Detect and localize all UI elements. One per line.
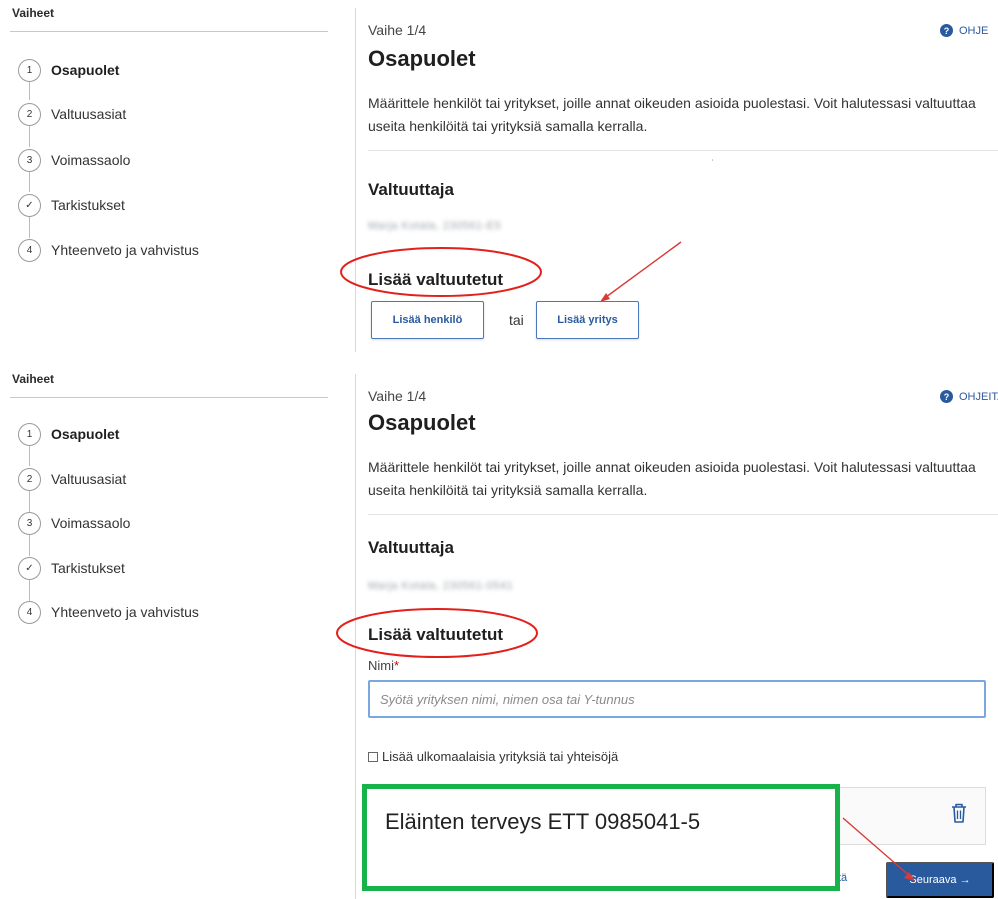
section-divider bbox=[368, 514, 998, 515]
step-voimassaolo[interactable]: 3 Voimassaolo bbox=[18, 510, 130, 536]
section-divider bbox=[368, 150, 998, 151]
add-company-button[interactable]: Lisää yritys bbox=[536, 301, 639, 339]
check-icon: ✓ bbox=[18, 556, 41, 580]
name-label-text: Nimi bbox=[368, 658, 394, 673]
step-valtuusasiat[interactable]: 2 Valtuusasiat bbox=[18, 466, 126, 492]
step-label: Osapuolet bbox=[51, 426, 120, 442]
step-osapuolet[interactable]: 1 Osapuolet bbox=[18, 421, 119, 447]
annotation-callout-box: Eläinten terveys ETT 0985041-5 bbox=[362, 784, 840, 891]
trash-icon[interactable] bbox=[951, 802, 967, 824]
step-yhteenveto[interactable]: 4 Yhteenveto ja vahvistus bbox=[18, 599, 199, 625]
next-button[interactable]: Seuraava → bbox=[886, 862, 994, 898]
company-name-input[interactable] bbox=[370, 682, 984, 716]
step-connector bbox=[29, 170, 30, 192]
step-number: 3 bbox=[18, 148, 41, 172]
phase-indicator: Vaihe 1/4 bbox=[368, 22, 427, 38]
company-name-input-wrapper bbox=[368, 680, 986, 718]
step-connector bbox=[29, 534, 30, 556]
step-number: 1 bbox=[18, 422, 41, 446]
sidebar-divider bbox=[10, 397, 328, 398]
step-label: Osapuolet bbox=[51, 62, 120, 78]
step-osapuolet[interactable]: 1 Osapuolet bbox=[18, 57, 119, 83]
step-number: 2 bbox=[18, 102, 41, 126]
annotation-note: Eläinten terveys ETT 0985041-5 bbox=[385, 809, 701, 834]
step-label: Valtuusasiat bbox=[51, 471, 127, 487]
help-label: OHJE bbox=[959, 24, 989, 37]
step-label: Yhteenveto ja vahvistus bbox=[51, 242, 199, 258]
page-title: Osapuolet bbox=[368, 46, 476, 71]
foreign-companies-checkbox[interactable]: Lisää ulkomaalaisia yrityksiä tai yhteis… bbox=[368, 749, 618, 764]
sidebar-title: Vaiheet bbox=[12, 6, 55, 20]
phase-indicator: Vaihe 1/4 bbox=[368, 388, 427, 404]
step-connector bbox=[29, 579, 30, 601]
name-field-label: Nimi* bbox=[368, 658, 399, 673]
top-panel: Vaiheet 1 Osapuolet 2 Valtuusasiat 3 Voi… bbox=[0, 0, 998, 352]
grantor-value: Marja Kotala, 230561-E5 bbox=[368, 220, 502, 232]
step-yhteenveto[interactable]: 4 Yhteenveto ja vahvistus bbox=[18, 237, 199, 263]
step-valtuusasiat[interactable]: 2 Valtuusasiat bbox=[18, 101, 126, 127]
grantor-heading: Valtuuttaja bbox=[368, 180, 454, 199]
help-icon: ? bbox=[940, 24, 953, 37]
step-number: 3 bbox=[18, 511, 41, 535]
sidebar-title: Vaiheet bbox=[12, 372, 55, 386]
required-marker: * bbox=[394, 658, 400, 673]
vertical-divider bbox=[355, 374, 356, 899]
page-title: Osapuolet bbox=[368, 410, 476, 435]
step-voimassaolo[interactable]: 3 Voimassaolo bbox=[18, 147, 130, 173]
add-person-button[interactable]: Lisää henkilö bbox=[371, 301, 484, 339]
step-label: Voimassaolo bbox=[51, 515, 131, 531]
or-label: tai bbox=[509, 312, 524, 328]
step-number: 4 bbox=[18, 600, 41, 624]
grantor-heading: Valtuuttaja bbox=[368, 538, 454, 557]
intro-text: Määrittele henkilöt tai yritykset, joill… bbox=[368, 459, 976, 498]
step-connector bbox=[29, 490, 30, 512]
step-number: 1 bbox=[18, 58, 41, 82]
step-connector bbox=[29, 80, 30, 100]
help-label: OHJEITA bbox=[959, 390, 998, 403]
intro-text: Määrittele henkilöt tai yritykset, joill… bbox=[368, 95, 976, 134]
grantor-value: Marja Kotala, 230561-0541 bbox=[368, 580, 514, 592]
checkbox-icon[interactable] bbox=[368, 751, 378, 762]
step-label: Voimassaolo bbox=[51, 152, 131, 168]
step-tarkistukset[interactable]: ✓ Tarkistukset bbox=[18, 555, 125, 581]
step-label: Yhteenveto ja vahvistus bbox=[51, 604, 199, 620]
help-link[interactable]: ? OHJE bbox=[940, 24, 988, 37]
step-label: Valtuusasiat bbox=[51, 106, 127, 122]
step-label: Tarkistukset bbox=[51, 560, 125, 576]
help-icon: ? bbox=[940, 390, 953, 403]
step-connector bbox=[29, 446, 30, 466]
add-authorized-heading: Lisää valtuutetut bbox=[368, 270, 504, 289]
add-authorized-heading: Lisää valtuutetut bbox=[368, 625, 504, 644]
step-connector bbox=[29, 216, 30, 238]
step-number: 4 bbox=[18, 238, 41, 262]
checkbox-label: Lisää ulkomaalaisia yrityksiä tai yhteis… bbox=[382, 749, 619, 764]
check-icon: ✓ bbox=[18, 193, 41, 217]
sidebar-divider bbox=[10, 31, 328, 32]
step-label: Tarkistukset bbox=[51, 197, 125, 213]
help-link[interactable]: ? OHJEITA bbox=[940, 390, 998, 403]
step-tarkistukset[interactable]: ✓ Tarkistukset bbox=[18, 192, 125, 218]
step-number: 2 bbox=[18, 467, 41, 491]
step-connector bbox=[29, 125, 30, 147]
vertical-divider bbox=[355, 8, 356, 352]
